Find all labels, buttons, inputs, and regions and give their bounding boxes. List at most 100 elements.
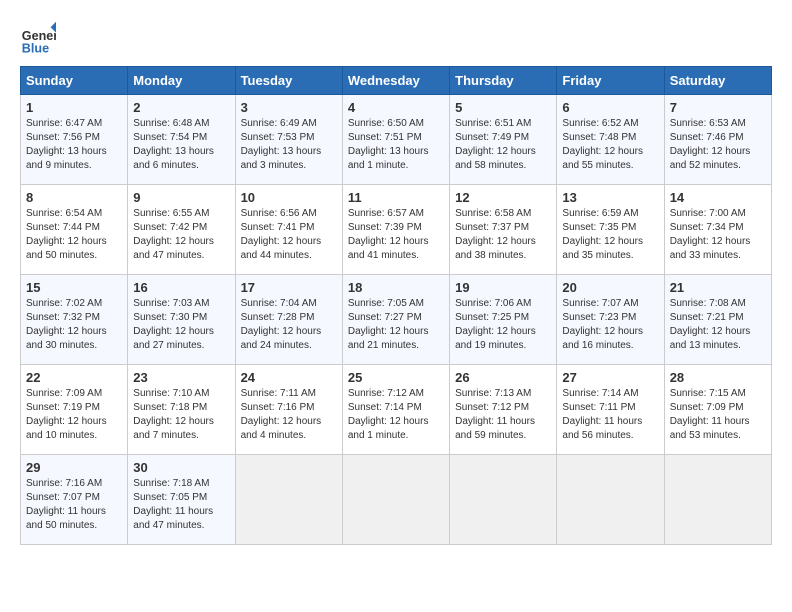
calendar-day-cell: 18 Sunrise: 7:05 AMSunset: 7:27 PMDayligh…	[342, 275, 449, 365]
day-number: 2	[133, 100, 229, 115]
weekday-header: Thursday	[450, 67, 557, 95]
day-info: Sunrise: 7:06 AMSunset: 7:25 PMDaylight:…	[455, 297, 551, 353]
day-info: Sunrise: 7:02 AMSunset: 7:32 PMDaylight:…	[26, 297, 122, 353]
calendar-day-cell: 20 Sunrise: 7:07 AMSunset: 7:23 PMDayligh…	[557, 275, 664, 365]
day-info: Sunrise: 6:50 AMSunset: 7:51 PMDaylight:…	[348, 117, 444, 173]
calendar-day-cell: 6 Sunrise: 6:52 AMSunset: 7:48 PMDaylight…	[557, 95, 664, 185]
day-number: 13	[562, 190, 658, 205]
day-info: Sunrise: 7:11 AMSunset: 7:16 PMDaylight:…	[241, 387, 337, 443]
day-info: Sunrise: 7:13 AMSunset: 7:12 PMDaylight:…	[455, 387, 551, 443]
day-info: Sunrise: 7:07 AMSunset: 7:23 PMDaylight:…	[562, 297, 658, 353]
calendar-day-cell: 15Sunrise: 7:02 AMSunset: 7:32 PMDayligh…	[21, 275, 128, 365]
day-number: 24	[241, 370, 337, 385]
calendar-week-row: 15Sunrise: 7:02 AMSunset: 7:32 PMDayligh…	[21, 275, 772, 365]
day-info: Sunrise: 7:16 AMSunset: 7:07 PMDaylight:…	[26, 477, 122, 533]
day-number: 21	[670, 280, 766, 295]
calendar-day-cell: 11 Sunrise: 6:57 AMSunset: 7:39 PMDayligh…	[342, 185, 449, 275]
calendar-day-cell: 10Sunrise: 6:56 AMSunset: 7:41 PMDayligh…	[235, 185, 342, 275]
calendar-day-cell: 25 Sunrise: 7:12 AMSunset: 7:14 PMDayligh…	[342, 365, 449, 455]
calendar-day-cell: 2 Sunrise: 6:48 AMSunset: 7:54 PMDaylight…	[128, 95, 235, 185]
weekday-header: Monday	[128, 67, 235, 95]
day-number: 10	[241, 190, 337, 205]
page-header: General Blue	[20, 20, 772, 56]
calendar-day-cell: 1 Sunrise: 6:47 AMSunset: 7:56 PMDaylight…	[21, 95, 128, 185]
calendar-day-cell	[235, 455, 342, 545]
day-info: Sunrise: 7:03 AMSunset: 7:30 PMDaylight:…	[133, 297, 229, 353]
calendar-day-cell	[664, 455, 771, 545]
calendar-day-cell: 30 Sunrise: 7:18 AMSunset: 7:05 PMDayligh…	[128, 455, 235, 545]
day-number: 29	[26, 460, 122, 475]
calendar-week-row: 8 Sunrise: 6:54 AMSunset: 7:44 PMDaylight…	[21, 185, 772, 275]
calendar-day-cell: 26 Sunrise: 7:13 AMSunset: 7:12 PMDayligh…	[450, 365, 557, 455]
day-info: Sunrise: 7:12 AMSunset: 7:14 PMDaylight:…	[348, 387, 444, 443]
weekday-header: Friday	[557, 67, 664, 95]
day-number: 20	[562, 280, 658, 295]
weekday-header: Wednesday	[342, 67, 449, 95]
weekday-header: Tuesday	[235, 67, 342, 95]
day-info: Sunrise: 6:53 AMSunset: 7:46 PMDaylight:…	[670, 117, 766, 173]
calendar-week-row: 1 Sunrise: 6:47 AMSunset: 7:56 PMDaylight…	[21, 95, 772, 185]
day-number: 9	[133, 190, 229, 205]
day-info: Sunrise: 6:57 AMSunset: 7:39 PMDaylight:…	[348, 207, 444, 263]
day-info: Sunrise: 7:18 AMSunset: 7:05 PMDaylight:…	[133, 477, 229, 533]
day-number: 8	[26, 190, 122, 205]
calendar-day-cell: 29 Sunrise: 7:16 AMSunset: 7:07 PMDayligh…	[21, 455, 128, 545]
day-info: Sunrise: 6:49 AMSunset: 7:53 PMDaylight:…	[241, 117, 337, 173]
calendar-day-cell: 12Sunrise: 6:58 AMSunset: 7:37 PMDayligh…	[450, 185, 557, 275]
calendar-day-cell: 4 Sunrise: 6:50 AMSunset: 7:51 PMDaylight…	[342, 95, 449, 185]
calendar-day-cell: 5 Sunrise: 6:51 AMSunset: 7:49 PMDaylight…	[450, 95, 557, 185]
day-number: 27	[562, 370, 658, 385]
calendar-day-cell: 22 Sunrise: 7:09 AMSunset: 7:19 PMDayligh…	[21, 365, 128, 455]
day-info: Sunrise: 6:55 AMSunset: 7:42 PMDaylight:…	[133, 207, 229, 263]
calendar-day-cell: 14 Sunrise: 7:00 AMSunset: 7:34 PMDayligh…	[664, 185, 771, 275]
calendar-day-cell: 27 Sunrise: 7:14 AMSunset: 7:11 PMDayligh…	[557, 365, 664, 455]
day-number: 12	[455, 190, 551, 205]
day-number: 17	[241, 280, 337, 295]
day-number: 1	[26, 100, 122, 115]
weekday-header: Sunday	[21, 67, 128, 95]
day-info: Sunrise: 6:48 AMSunset: 7:54 PMDaylight:…	[133, 117, 229, 173]
day-number: 18	[348, 280, 444, 295]
day-number: 26	[455, 370, 551, 385]
day-info: Sunrise: 6:51 AMSunset: 7:49 PMDaylight:…	[455, 117, 551, 173]
day-info: Sunrise: 6:52 AMSunset: 7:48 PMDaylight:…	[562, 117, 658, 173]
logo-icon: General Blue	[20, 20, 56, 56]
day-number: 14	[670, 190, 766, 205]
calendar-day-cell	[557, 455, 664, 545]
day-info: Sunrise: 7:09 AMSunset: 7:19 PMDaylight:…	[26, 387, 122, 443]
day-info: Sunrise: 7:14 AMSunset: 7:11 PMDaylight:…	[562, 387, 658, 443]
calendar-day-cell: 7 Sunrise: 6:53 AMSunset: 7:46 PMDaylight…	[664, 95, 771, 185]
day-number: 5	[455, 100, 551, 115]
day-info: Sunrise: 7:10 AMSunset: 7:18 PMDaylight:…	[133, 387, 229, 443]
day-info: Sunrise: 7:05 AMSunset: 7:27 PMDaylight:…	[348, 297, 444, 353]
day-number: 25	[348, 370, 444, 385]
day-number: 7	[670, 100, 766, 115]
day-number: 22	[26, 370, 122, 385]
calendar-day-cell: 8 Sunrise: 6:54 AMSunset: 7:44 PMDaylight…	[21, 185, 128, 275]
calendar-day-cell: 24 Sunrise: 7:11 AMSunset: 7:16 PMDayligh…	[235, 365, 342, 455]
day-number: 23	[133, 370, 229, 385]
calendar-day-cell: 28Sunrise: 7:15 AMSunset: 7:09 PMDayligh…	[664, 365, 771, 455]
calendar-day-cell: 9 Sunrise: 6:55 AMSunset: 7:42 PMDaylight…	[128, 185, 235, 275]
day-number: 19	[455, 280, 551, 295]
day-info: Sunrise: 7:15 AMSunset: 7:09 PMDaylight:…	[670, 387, 766, 443]
calendar-day-cell: 17 Sunrise: 7:04 AMSunset: 7:28 PMDayligh…	[235, 275, 342, 365]
calendar-week-row: 22 Sunrise: 7:09 AMSunset: 7:19 PMDayligh…	[21, 365, 772, 455]
day-number: 30	[133, 460, 229, 475]
day-info: Sunrise: 7:00 AMSunset: 7:34 PMDaylight:…	[670, 207, 766, 263]
day-number: 16	[133, 280, 229, 295]
logo: General Blue	[20, 20, 56, 56]
calendar-day-cell	[342, 455, 449, 545]
svg-text:Blue: Blue	[22, 41, 49, 55]
day-info: Sunrise: 7:08 AMSunset: 7:21 PMDaylight:…	[670, 297, 766, 353]
calendar-day-cell: 19 Sunrise: 7:06 AMSunset: 7:25 PMDayligh…	[450, 275, 557, 365]
calendar-day-cell: 13Sunrise: 6:59 AMSunset: 7:35 PMDayligh…	[557, 185, 664, 275]
calendar-header: SundayMondayTuesdayWednesdayThursdayFrid…	[21, 67, 772, 95]
day-info: Sunrise: 6:47 AMSunset: 7:56 PMDaylight:…	[26, 117, 122, 173]
day-info: Sunrise: 6:54 AMSunset: 7:44 PMDaylight:…	[26, 207, 122, 263]
weekday-header: Saturday	[664, 67, 771, 95]
day-number: 6	[562, 100, 658, 115]
day-number: 11	[348, 190, 444, 205]
day-number: 4	[348, 100, 444, 115]
day-info: Sunrise: 7:04 AMSunset: 7:28 PMDaylight:…	[241, 297, 337, 353]
